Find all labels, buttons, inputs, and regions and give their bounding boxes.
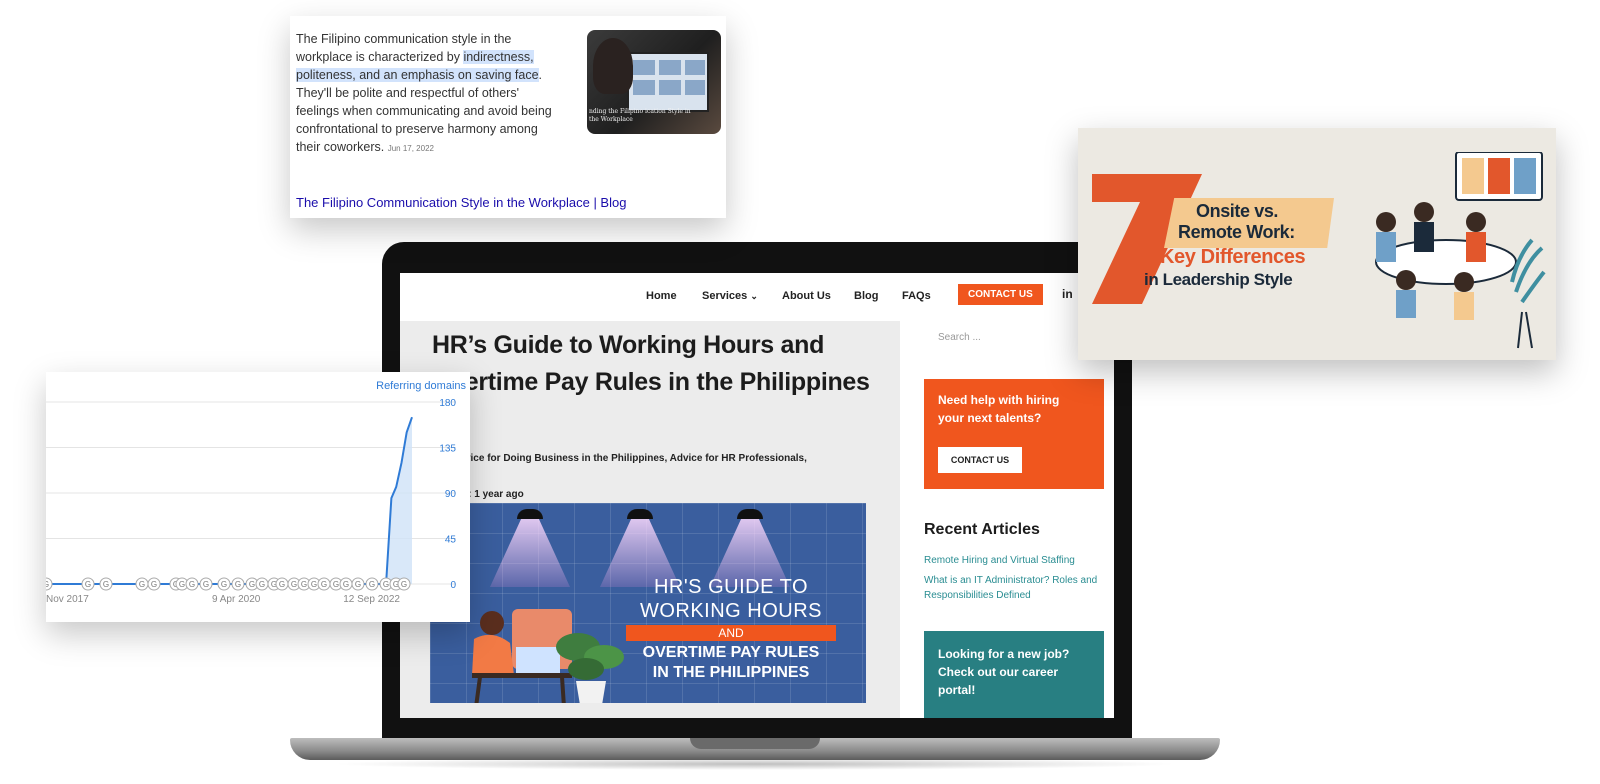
recent-article-link[interactable]: Remote Hiring and Virtual Staffing (924, 553, 1104, 568)
article-categories: ies: Advice for Doing Business in the Ph… (432, 453, 807, 464)
snippet-date: Jun 17, 2022 (387, 144, 434, 153)
chart-series-line (46, 416, 413, 585)
chart-event-marker-label: G (291, 580, 297, 589)
chart-event-marker-label: G (221, 580, 227, 589)
participant-tile (685, 80, 705, 95)
lamp-icon (627, 509, 653, 519)
chart-y-tick-label: 135 (439, 444, 456, 455)
participant-tile (633, 80, 655, 95)
chart-x-tick-label: 12 Sep 2022 (343, 594, 400, 605)
nav-faqs[interactable]: FAQs (902, 290, 931, 302)
participant-tile (659, 60, 681, 75)
help-title: Need help with hiring your next talents? (938, 393, 1060, 425)
team-meeting-illustration (1375, 152, 1546, 349)
chart-event-marker-label: G (189, 580, 195, 589)
lamp-icon (517, 509, 543, 519)
chart-event-marker-label: G (85, 580, 91, 589)
chart-event-marker-label: G (279, 580, 285, 589)
chart-event-marker-label: G (369, 580, 375, 589)
search-snippet-card: The Filipino communication style in the … (290, 16, 726, 218)
nav-services[interactable]: Services ⌄ (702, 290, 758, 302)
chart-event-marker-label: G (179, 580, 185, 589)
hero-line-1: HR'S GUIDE TO (653, 576, 809, 598)
chart-event-marker-label: G (383, 580, 389, 589)
banner-line-4: in Leadership Style (1144, 270, 1293, 289)
lamp-icon (737, 509, 763, 519)
nav-home[interactable]: Home (646, 290, 677, 302)
thumbnail-caption: nding the Filipino ication Style in the … (589, 108, 691, 123)
person-silhouette (593, 38, 633, 94)
linkedin-icon[interactable]: in (1062, 287, 1076, 301)
hero-caption: HR'S GUIDE TO WORKING HOURS AND OVERTIME… (626, 575, 836, 683)
recent-articles-title: Recent Articles (924, 521, 1040, 538)
hero-line-4: IN THE PHILIPPINES (652, 664, 810, 681)
site-nav: Home Services ⌄ About Us Blog FAQs CONTA… (400, 273, 1114, 321)
nav-blog[interactable]: Blog (854, 290, 878, 302)
chart-event-marker-label: G (203, 580, 209, 589)
article-title: HR’s Guide to Working Hours and Overtime… (432, 331, 870, 396)
leadership-banner: 7 Onsite vs. Remote Work: Key Difference… (1078, 128, 1556, 360)
plant-illustration (556, 633, 624, 703)
article-hero-image: HR'S GUIDE TO WORKING HOURS AND OVERTIME… (430, 503, 866, 703)
chart-event-marker-label: G (151, 580, 157, 589)
participant-tile (633, 60, 655, 75)
banner-line-2: Remote Work: (1178, 222, 1295, 242)
chart-y-tick-label: 90 (445, 489, 457, 500)
article-main: HR’s Guide to Working Hours and Overtime… (400, 321, 900, 718)
nav-services-label: Services (702, 290, 748, 302)
snippet-thumbnail[interactable]: nding the Filipino ication Style in the … (587, 30, 721, 134)
chart-event-marker-label: G (139, 580, 145, 589)
participant-tile (685, 60, 705, 75)
chart-event-marker-label: G (321, 580, 327, 589)
chart-plot: 180 135 90 45 0 Nov 2017 9 Apr 2020 12 Sep 2022… (46, 398, 457, 605)
banner-number: 7 (1078, 128, 1079, 129)
sidebar-contact-button[interactable]: CONTACT US (938, 447, 1022, 473)
chart-event-marker-label: G (355, 580, 361, 589)
laptop-notch (690, 738, 820, 749)
chart-series-area (46, 417, 412, 584)
snippet-title-link[interactable]: The Filipino Communication Style in the … (296, 195, 626, 210)
chart-y-tick-label: 180 (439, 398, 456, 409)
career-cta-title: Looking for a new job? Check out our car… (938, 647, 1070, 697)
nav-contact-button[interactable]: CONTACT US (958, 284, 1043, 305)
help-cta-box: Need help with hiring your next talents?… (924, 379, 1104, 489)
site-sidebar: Search ... Need help with hiring your ne… (900, 321, 1114, 718)
chart-event-marker-label: G (249, 580, 255, 589)
chart-x-tick-label: 9 Apr 2020 (212, 594, 261, 605)
chart-event-marker-label: G (259, 580, 265, 589)
career-cta-box[interactable]: Looking for a new job? Check out our car… (924, 631, 1104, 718)
laptop-screen: Home Services ⌄ About Us Blog FAQs CONTA… (400, 273, 1114, 718)
participant-tile (659, 80, 681, 95)
chevron-down-icon: ⌄ (750, 291, 758, 301)
chart-event-marker-label: G (311, 580, 317, 589)
referring-domains-chart: Referring domains 180 135 90 45 0 Nov 2017 9 A… (46, 372, 470, 622)
hero-line-2: WORKING HOURS (639, 600, 823, 622)
chart-event-marker-label: G (401, 580, 407, 589)
video-call-screen (627, 52, 709, 112)
nav-about[interactable]: About Us (782, 290, 831, 302)
chart-legend: Referring domains (376, 380, 466, 392)
chart-x-tick-label: Nov 2017 (46, 594, 89, 605)
hero-line-3: OVERTIME PAY RULES (642, 644, 820, 661)
hero-and: AND (626, 625, 836, 641)
chart-event-marker-label: G (235, 580, 241, 589)
banner-line-3: Key Differences (1160, 246, 1306, 268)
chart-event-marker-label: G (343, 580, 349, 589)
snippet-text: The Filipino communication style in the … (296, 30, 564, 158)
chart-event-marker-label: G (301, 580, 307, 589)
chart-y-tick-label: 45 (445, 535, 457, 546)
recent-article-link[interactable]: What is an IT Administrator? Roles and R… (924, 573, 1104, 603)
chart-event-marker-label: G (103, 580, 109, 589)
chart-event-marker-label: G (46, 580, 49, 589)
chart-y-tick-label: 0 (450, 580, 456, 591)
chart-event-marker-label: G (333, 580, 339, 589)
banner-line-1: Onsite vs. (1196, 201, 1279, 221)
